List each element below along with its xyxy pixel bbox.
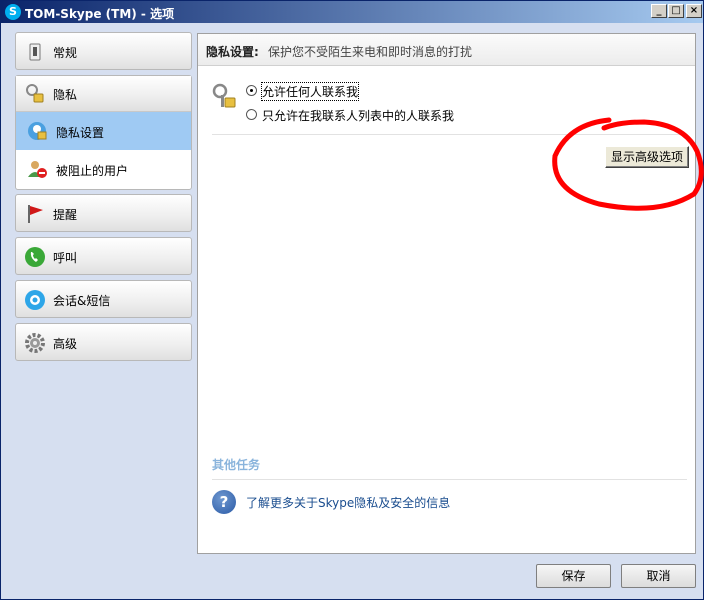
phone-icon bbox=[25, 247, 45, 267]
panel-title: 隐私设置: bbox=[206, 45, 259, 59]
sidebar-item-advanced[interactable]: 高级 bbox=[15, 323, 192, 361]
divider bbox=[212, 479, 687, 480]
radio-label: 允许任何人联系我 bbox=[260, 82, 360, 101]
privacy-settings-panel: 隐私设置: 保护您不受陌生来电和即时消息的打扰 允许任何人联系我 只允许在我联系… bbox=[197, 33, 696, 554]
maximize-button[interactable]: □ bbox=[668, 4, 684, 18]
divider bbox=[212, 134, 687, 135]
sidebar-item-label: 高级 bbox=[53, 337, 78, 351]
show-advanced-options-button[interactable]: 显示高级选项 bbox=[605, 146, 689, 168]
blocked-user-icon bbox=[28, 161, 47, 178]
sidebar-item-label: 呼叫 bbox=[53, 251, 78, 265]
skype-logo-icon: S bbox=[5, 4, 21, 20]
radio-button[interactable] bbox=[246, 85, 257, 96]
save-button[interactable]: 保存 bbox=[536, 564, 611, 588]
key-lock-icon bbox=[212, 83, 236, 108]
minimize-button[interactable]: _ bbox=[651, 4, 667, 18]
sidebar-item-label: 常规 bbox=[53, 46, 78, 60]
sidebar-item-privacy-settings[interactable]: 隐私设置 bbox=[16, 112, 191, 150]
cancel-button[interactable]: 取消 bbox=[621, 564, 696, 588]
close-button[interactable]: × bbox=[686, 4, 702, 18]
chat-icon bbox=[25, 290, 45, 310]
sidebar-item-privacy[interactable]: 隐私 bbox=[16, 76, 191, 112]
title-bar: S TOM-Skype (TM) - 选项 _ □ × bbox=[1, 1, 703, 23]
window-title: TOM-Skype (TM) - 选项 bbox=[25, 7, 175, 21]
panel-header: 隐私设置: 保护您不受陌生来电和即时消息的打扰 bbox=[198, 34, 695, 66]
sidebar-item-calls[interactable]: 呼叫 bbox=[15, 237, 192, 275]
sidebar-item-label: 隐私设置 bbox=[56, 126, 105, 140]
panel-description: 保护您不受陌生来电和即时消息的打扰 bbox=[268, 45, 473, 59]
options-window: S TOM-Skype (TM) - 选项 _ □ × 常规 隐私 隐私设置 被… bbox=[0, 0, 704, 600]
sidebar-item-blocked-users[interactable]: 被阻止的用户 bbox=[16, 150, 191, 188]
sidebar-item-label: 隐私 bbox=[53, 88, 78, 102]
sidebar-item-chat-sms[interactable]: 会话&短信 bbox=[15, 280, 192, 318]
gear-icon bbox=[25, 333, 45, 353]
sidebar-item-label: 提醒 bbox=[53, 208, 78, 222]
sidebar-item-notifications[interactable]: 提醒 bbox=[15, 194, 192, 232]
key-lock-icon bbox=[26, 84, 44, 103]
privacy-security-info-link[interactable]: 了解更多关于Skype隐私及安全的信息 bbox=[246, 494, 450, 511]
sidebar-item-general[interactable]: 常规 bbox=[15, 32, 192, 70]
red-flag-icon bbox=[28, 205, 43, 223]
sidebar-group-privacy: 隐私 隐私设置 被阻止的用户 bbox=[15, 75, 192, 190]
help-icon: ? bbox=[212, 490, 236, 514]
radio-label: 只允许在我联系人列表中的人联系我 bbox=[262, 109, 455, 123]
other-tasks-heading: 其他任务 bbox=[212, 458, 261, 472]
radio-button[interactable] bbox=[246, 109, 257, 120]
sidebar-item-label: 被阻止的用户 bbox=[56, 164, 129, 178]
privacy-settings-icon bbox=[28, 122, 47, 140]
sidebar-item-label: 会话&短信 bbox=[53, 294, 111, 308]
switch-icon bbox=[29, 43, 41, 61]
